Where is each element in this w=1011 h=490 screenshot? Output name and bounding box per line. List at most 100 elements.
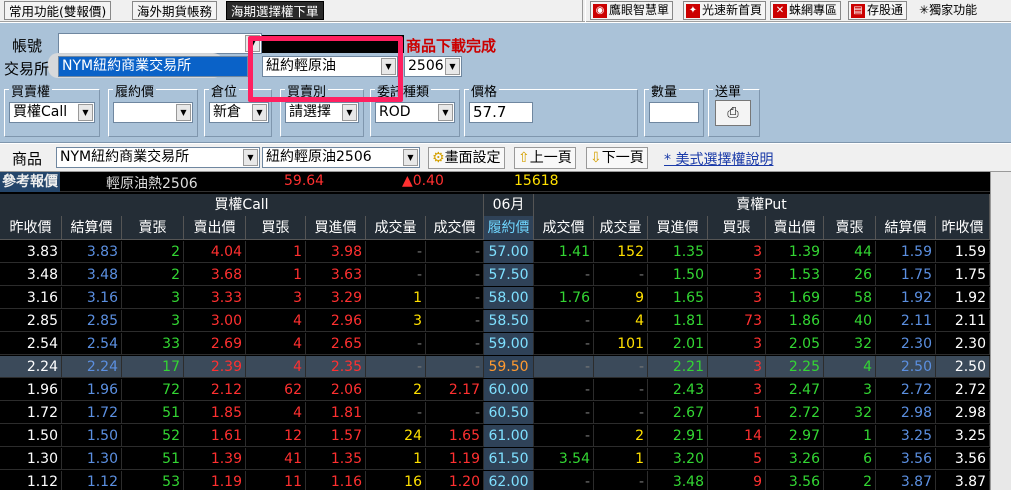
quote-cell[interactable]: - xyxy=(534,379,594,401)
quote-cell[interactable]: 2.98 xyxy=(876,402,936,424)
quote-cell[interactable]: 1.86 xyxy=(766,310,824,332)
quote-cell[interactable]: 1.30 xyxy=(62,448,122,470)
quote-cell[interactable]: 1 xyxy=(246,264,306,286)
quote-cell[interactable]: 3.63 xyxy=(306,264,366,286)
quote-cell[interactable]: 1.19 xyxy=(184,471,246,490)
chevron-down-icon[interactable]: ▼ xyxy=(252,104,267,121)
quote-cell[interactable]: 1.96 xyxy=(0,379,62,401)
quote-cell[interactable]: 2.17 xyxy=(426,379,484,401)
quote-cell[interactable]: 2.25 xyxy=(766,356,824,378)
quote-cell[interactable]: 1.19 xyxy=(426,448,484,470)
account-field[interactable]: ▼ xyxy=(58,33,262,54)
chevron-down-icon[interactable]: ▼ xyxy=(243,149,258,166)
quote-cell[interactable]: 44 xyxy=(824,241,876,263)
quote-cell[interactable]: - xyxy=(534,402,594,424)
call-put-select[interactable]: 買權Call ▼ xyxy=(9,102,95,123)
quote-cell[interactable]: 2.21 xyxy=(648,356,708,378)
product-exchange-select[interactable]: NYM紐約商業交易所 ▼ xyxy=(56,147,260,168)
quote-cell[interactable]: 3.68 xyxy=(184,264,246,286)
quote-cell[interactable]: 1 xyxy=(246,241,306,263)
quote-cell[interactable]: 1.85 xyxy=(184,402,246,424)
chevron-down-icon[interactable]: ▼ xyxy=(342,104,357,121)
exchange-select[interactable]: NYM紐約商業交易所 xyxy=(58,56,248,77)
prev-page-button[interactable]: ⇧上一頁 xyxy=(514,147,576,169)
quote-cell[interactable]: 2.12 xyxy=(184,379,246,401)
quote-cell[interactable]: 1.35 xyxy=(648,241,708,263)
quote-cell[interactable]: 1.92 xyxy=(876,287,936,309)
quote-cell[interactable]: 51 xyxy=(122,402,184,424)
quote-cell[interactable]: 3.56 xyxy=(766,471,824,490)
submit-order-button[interactable]: ⎙ xyxy=(715,100,751,126)
quote-cell[interactable]: 3 xyxy=(824,379,876,401)
quote-cell[interactable]: 1.59 xyxy=(936,241,990,263)
strike-price-cell[interactable]: 60.50 xyxy=(484,402,534,424)
quote-cell[interactable]: 2.30 xyxy=(876,333,936,355)
strike-price-cell[interactable]: 61.50 xyxy=(484,448,534,470)
buy-sell-select[interactable]: 請選擇 ▼ xyxy=(285,102,359,123)
table-row[interactable]: 3.48 3.48 2 3.68 1 3.63- -57.50- -1.50 3 1.53 26 1.… xyxy=(0,264,990,286)
product-contract-select[interactable]: 紐約輕原油2506 ▼ xyxy=(262,147,420,168)
quote-cell[interactable]: 1.53 xyxy=(766,264,824,286)
quote-cell[interactable]: 40 xyxy=(824,310,876,332)
quote-cell[interactable]: 2.35 xyxy=(306,356,366,378)
quote-cell[interactable]: 2.50 xyxy=(936,356,990,378)
quote-cell[interactable]: 2.97 xyxy=(766,425,824,447)
table-row[interactable]: 1.30 1.30 51 1.39 41 1.35 1 1.19 61.50 3.54 1 3.20 5… xyxy=(0,448,990,470)
quote-cell[interactable]: 3 xyxy=(708,264,766,286)
quote-cell[interactable]: 3.26 xyxy=(766,448,824,470)
quote-cell[interactable]: 9 xyxy=(708,471,766,490)
quote-cell[interactable]: 12 xyxy=(246,425,306,447)
quote-cell[interactable]: 2.91 xyxy=(648,425,708,447)
quote-cell[interactable]: 1.61 xyxy=(184,425,246,447)
quote-cell[interactable]: 32 xyxy=(824,402,876,424)
quantity-input[interactable] xyxy=(649,102,699,123)
quote-cell[interactable]: 101 xyxy=(594,333,648,355)
quote-cell[interactable]: 3.48 xyxy=(62,264,122,286)
american-options-link[interactable]: * 美式選擇權說明 xyxy=(664,149,773,169)
quote-cell[interactable]: - xyxy=(534,356,594,378)
quote-cell[interactable]: 2 xyxy=(122,241,184,263)
quote-cell[interactable]: - xyxy=(534,333,594,355)
quote-cell[interactable]: 1.72 xyxy=(62,402,122,424)
quote-cell[interactable]: 2.98 xyxy=(936,402,990,424)
quote-cell[interactable]: 51 xyxy=(122,448,184,470)
quote-cell[interactable]: - xyxy=(534,425,594,447)
quote-cell[interactable]: 2.72 xyxy=(936,379,990,401)
quote-cell[interactable]: 3.48 xyxy=(648,471,708,490)
quote-cell[interactable]: 2 xyxy=(824,471,876,490)
quote-cell[interactable]: 2.72 xyxy=(876,379,936,401)
quote-cell[interactable]: 2.24 xyxy=(0,356,62,378)
quote-cell[interactable]: - xyxy=(426,241,484,263)
strike-select[interactable]: ▼ xyxy=(113,102,193,123)
quote-cell[interactable]: 1.65 xyxy=(648,287,708,309)
quote-cell[interactable]: 1.59 xyxy=(876,241,936,263)
quote-cell[interactable]: 1.81 xyxy=(306,402,366,424)
quote-cell[interactable]: 2 xyxy=(122,264,184,286)
quote-cell[interactable]: 26 xyxy=(824,264,876,286)
table-row[interactable]: 3.16 3.16 3 3.33 3 3.29 1-58.00 1.76 9 1.65 3 1.69 5… xyxy=(0,287,990,309)
quote-cell[interactable]: 2.06 xyxy=(306,379,366,401)
strike-price-cell[interactable]: 61.00 xyxy=(484,425,534,447)
quote-cell[interactable]: 2.54 xyxy=(0,333,62,355)
quote-cell[interactable]: 3.25 xyxy=(876,425,936,447)
quote-cell[interactable]: 3 xyxy=(708,333,766,355)
quote-cell[interactable]: 1 xyxy=(366,448,426,470)
quote-cell[interactable]: 2.85 xyxy=(0,310,62,332)
quote-cell[interactable]: 14 xyxy=(708,425,766,447)
quote-cell[interactable]: 4 xyxy=(246,333,306,355)
quote-cell[interactable]: 1 xyxy=(824,425,876,447)
vertical-scrollbar[interactable] xyxy=(990,172,1011,490)
quote-cell[interactable]: - xyxy=(594,471,648,490)
quote-cell[interactable]: 73 xyxy=(708,310,766,332)
quote-cell[interactable]: 1.65 xyxy=(426,425,484,447)
quote-cell[interactable]: 3 xyxy=(708,241,766,263)
quote-cell[interactable]: 1.81 xyxy=(648,310,708,332)
quote-cell[interactable]: 41 xyxy=(246,448,306,470)
strike-price-cell[interactable]: 58.00 xyxy=(484,287,534,309)
quote-cell[interactable]: 2.50 xyxy=(876,356,936,378)
quote-cell[interactable]: 3.56 xyxy=(936,448,990,470)
tab-overseas-futures-account[interactable]: 海外期貨帳務 xyxy=(132,1,218,20)
quote-cell[interactable]: 2.67 xyxy=(648,402,708,424)
eagle-eye-button[interactable]: ◉ 鷹眼智慧單 xyxy=(590,1,674,20)
quote-cell[interactable]: - xyxy=(534,264,594,286)
